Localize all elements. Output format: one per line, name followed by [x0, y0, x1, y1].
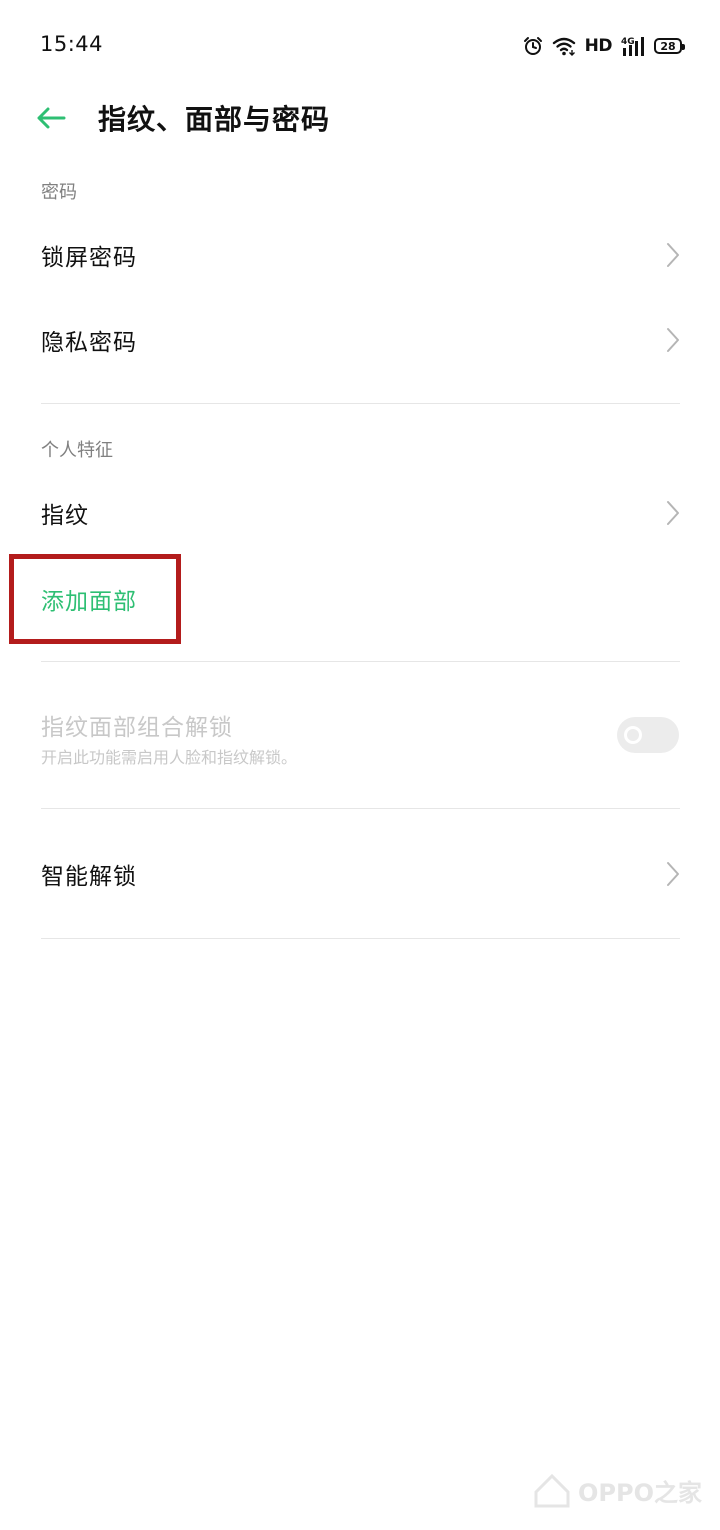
- row-label: 隐私密码: [41, 330, 137, 356]
- battery-level: 28: [660, 39, 676, 53]
- combo-unlock-description: 开启此功能需启用人脸和指纹解锁。: [41, 748, 298, 767]
- chevron-right-icon: [667, 243, 679, 267]
- toggle-knob: [624, 726, 642, 744]
- status-time: 15:44: [40, 32, 104, 56]
- fingerprint-item[interactable]: 指纹: [0, 471, 720, 555]
- page-title: 指纹、面部与密码: [98, 103, 331, 136]
- divider: [41, 808, 680, 809]
- chevron-right-icon: [667, 862, 679, 886]
- smart-unlock-item[interactable]: 智能解锁: [0, 832, 720, 916]
- divider: [41, 661, 680, 662]
- row-label: 锁屏密码: [41, 245, 137, 271]
- watermark-text: OPPO之家: [578, 1478, 702, 1507]
- lock-screen-password-item[interactable]: 锁屏密码: [0, 213, 720, 297]
- section-label-biometrics: 个人特征: [41, 440, 113, 461]
- watermark: OPPO之家: [532, 1470, 702, 1510]
- app-header: 指纹、面部与密码: [0, 90, 720, 146]
- svg-text:4G: 4G: [621, 37, 635, 47]
- chevron-right-icon: [667, 328, 679, 352]
- battery-icon: 28: [654, 38, 685, 54]
- back-button[interactable]: [34, 102, 74, 134]
- chevron-right-icon: [667, 501, 679, 525]
- arrow-left-icon: [37, 107, 66, 129]
- watermark-logo-icon: [534, 1473, 570, 1508]
- section-label-password: 密码: [41, 182, 77, 203]
- combo-unlock-toggle[interactable]: [617, 717, 679, 753]
- hd-label: HD: [584, 36, 613, 56]
- privacy-password-item[interactable]: 隐私密码: [0, 298, 720, 382]
- status-icons: HD 4G 28: [523, 32, 685, 60]
- row-label: 智能解锁: [41, 864, 137, 890]
- combo-unlock-title: 指纹面部组合解锁: [41, 715, 233, 741]
- status-bar: 15:44 HD 4G 28: [0, 0, 720, 90]
- wifi-icon: [552, 36, 576, 56]
- alarm-icon: [523, 36, 543, 56]
- cellular-signal-icon: 4G: [621, 35, 645, 57]
- divider: [41, 403, 680, 404]
- row-label: 指纹: [41, 503, 89, 529]
- highlight-box: [9, 554, 181, 644]
- divider: [41, 938, 680, 939]
